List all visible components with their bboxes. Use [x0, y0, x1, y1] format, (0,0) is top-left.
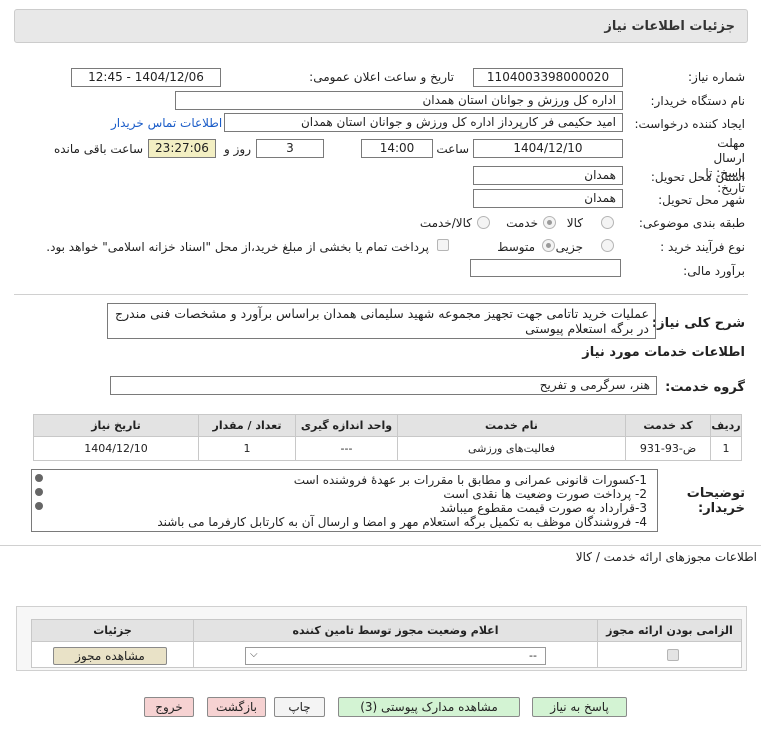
reply-to-need-button[interactable]: پاسخ به نیاز — [532, 697, 627, 717]
need-number-label: شماره نیاز: — [688, 70, 745, 84]
view-permit-button[interactable]: مشاهده مجوز — [53, 647, 167, 665]
buyer-notes-label: توضیحات خریدار: — [686, 486, 745, 516]
col-quantity: تعداد / مقدار — [198, 414, 296, 437]
deadline-label: مهلت ارسال پاسخ: تا تاریخ: — [705, 136, 745, 195]
services-section-title: اطلاعات خدمات مورد نیاز — [582, 345, 745, 360]
city-label: شهر محل تحویل: — [658, 193, 745, 207]
deadline-time-label: ساعت — [436, 142, 469, 156]
col-unit: واحد اندازه گیری — [295, 414, 398, 437]
chevron-down-icon: ⌵ — [250, 649, 258, 660]
process-radio-medium[interactable] — [542, 239, 555, 252]
col-permit-status: اعلام وضعیت مجوز توسط تامین کننده — [193, 619, 598, 642]
col-service-code: کد خدمت — [625, 414, 711, 437]
category-label: طبقه بندی موضوعی: — [638, 216, 745, 230]
category-radio-goods[interactable] — [601, 216, 614, 229]
category-option-goods: کالا — [566, 216, 583, 230]
note-line-3: 3-قرارداد به صورت قیمت مقطوع میباشد — [439, 501, 647, 515]
process-radio-minor[interactable] — [601, 239, 614, 252]
category-radio-goods-service[interactable] — [477, 216, 490, 229]
treasury-payment-checkbox[interactable] — [437, 239, 449, 251]
description-label: شرح کلی نیاز: — [651, 316, 745, 331]
exit-button[interactable]: خروج — [144, 697, 194, 717]
cell-service-name: فعالیت‌های ورزشی — [397, 436, 626, 461]
note-line-4: 4- فروشندگان موظف به تکمیل برگه استعلام … — [157, 515, 647, 529]
permit-status-value: -- — [529, 649, 537, 662]
page-title: جزئیات اطلاعات نیاز — [604, 19, 735, 34]
col-permit-required: الزامی بودن ارائه مجوز — [597, 619, 742, 642]
estimate-field[interactable] — [470, 259, 621, 277]
view-attachments-button[interactable]: مشاهده مدارک پیوستی (3) — [338, 697, 520, 717]
buyer-contact-link[interactable]: اطلاعات تماس خریدار — [111, 116, 222, 130]
notes-scrollbar[interactable] — [32, 470, 46, 531]
process-label: نوع فرآیند خرید : — [660, 240, 745, 254]
requester-field: امید حکیمی فر کارپرداز اداره کل ورزش و ج… — [224, 113, 623, 132]
back-button[interactable]: بازگشت — [207, 697, 266, 717]
cell-row: 1 — [710, 436, 742, 461]
scroll-dot-icon — [35, 474, 43, 482]
need-number-field: 1104003398000020 — [473, 68, 623, 87]
category-option-service: خدمت — [506, 216, 538, 230]
description-text: عملیات خرید تاتامی جهت تجهیز مجموعه شهید… — [107, 303, 656, 339]
note-line-2: 2- پرداخت صورت وضعیت ها نقدی است — [443, 487, 647, 501]
process-option-medium: متوسط — [497, 240, 535, 254]
buyer-notes-box[interactable]: 1-کسورات قانونی عمرانی و مطابق با مقررات… — [31, 469, 658, 532]
services-table: ردیف کد خدمت نام خدمت واحد اندازه گیری ت… — [33, 414, 742, 461]
days-label: روز و — [224, 142, 251, 156]
deadline-date-field: 1404/12/10 — [473, 139, 623, 158]
note-line-1: 1-کسورات قانونی عمرانی و مطابق با مقررات… — [293, 473, 647, 487]
col-permit-details: جزئیات — [31, 619, 194, 642]
permit-required-checkbox — [667, 649, 679, 661]
col-row: ردیف — [710, 414, 742, 437]
services-table-header: ردیف کد خدمت نام خدمت واحد اندازه گیری ت… — [33, 414, 742, 437]
scroll-dot-icon — [35, 502, 43, 510]
treasury-payment-note: پرداخت تمام یا بخشی از مبلغ خرید،از محل … — [46, 240, 429, 254]
announce-date-label: تاریخ و ساعت اعلان عمومی: — [309, 70, 454, 84]
permits-table-header: الزامی بودن ارائه مجوز اعلام وضعیت مجوز … — [31, 619, 742, 642]
service-group-field: هنر، سرگرمی و تفریح — [110, 376, 657, 395]
col-need-date: تاریخ نیاز — [33, 414, 199, 437]
category-radio-service[interactable] — [543, 216, 556, 229]
details-panel-header: جزئیات اطلاعات نیاز — [14, 9, 748, 43]
cell-quantity: 1 — [198, 436, 296, 461]
col-service-name: نام خدمت — [397, 414, 626, 437]
divider — [0, 545, 761, 546]
permits-title: اطلاعات مجوزهای ارائه خدمت / کالا — [575, 550, 757, 564]
cell-service-code: ض-93-931 — [625, 436, 711, 461]
province-label: استان محل تحویل: — [650, 170, 745, 184]
permit-status-select[interactable]: -- ⌵ — [245, 647, 546, 665]
days-remaining-field: 3 — [256, 139, 324, 158]
province-field: همدان — [473, 166, 623, 185]
print-button[interactable]: چاپ — [274, 697, 325, 717]
service-group-label: گروه خدمت: — [665, 380, 745, 395]
remaining-time-field: 23:27:06 — [148, 139, 216, 158]
buyer-org-field: اداره کل ورزش و جوانان استان همدان — [175, 91, 623, 110]
requester-label: ایجاد کننده درخواست: — [634, 117, 745, 131]
scroll-dot-icon — [35, 488, 43, 496]
table-row: 1 ض-93-931 فعالیت‌های ورزشی --- 1 1404/1… — [33, 436, 742, 461]
cell-unit: --- — [295, 436, 398, 461]
cell-need-date: 1404/12/10 — [33, 436, 199, 461]
buyer-org-label: نام دستگاه خریدار: — [650, 94, 746, 108]
estimate-label: برآورد مالی: — [683, 264, 745, 278]
city-field: همدان — [473, 189, 623, 208]
deadline-time-field: 14:00 — [361, 139, 433, 158]
category-option-goods-service: کالا/خدمت — [419, 216, 472, 230]
process-option-minor: جزیی — [555, 240, 583, 254]
announce-date-field: 1404/12/06 - 12:45 — [71, 68, 221, 87]
remaining-time-label: ساعت باقی مانده — [53, 142, 143, 156]
divider — [14, 294, 748, 295]
